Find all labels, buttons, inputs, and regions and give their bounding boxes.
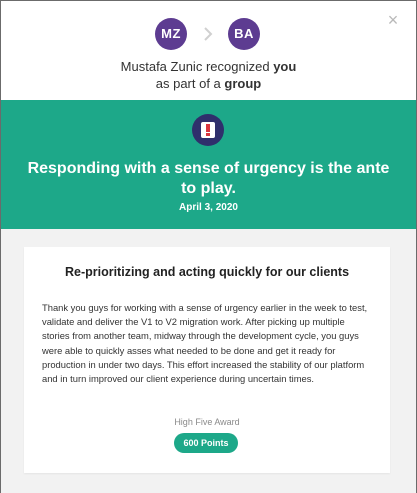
sender-avatar[interactable]: MZ [155,18,187,50]
sender-name[interactable]: Mustafa Zunic [121,59,203,74]
alert-badge-icon [192,114,224,146]
recipient-avatar[interactable]: BA [228,18,260,50]
recognized-text: recognized [205,59,270,74]
recipient-text: you [273,59,297,74]
chevron-right-icon [204,27,213,41]
value-banner: Responding with a sense of urgency is th… [1,100,416,229]
recognition-card: Re-prioritizing and acting quickly for o… [24,247,390,473]
value-headline: Responding with a sense of urgency is th… [27,160,390,197]
group-prefix: as part of a [155,76,221,91]
group-text: group [224,76,262,91]
points-badge: 600 Points [174,433,238,453]
recognition-summary: Mustafa Zunic recognized you as part of … [1,58,416,92]
card-message: Thank you guys for working with a sense … [42,302,368,385]
avatar-row: MZ BA [1,18,416,50]
recognition-date: April 3, 2020 [179,202,238,213]
recognition-modal: × MZ BA Mustafa Zunic recognized you as … [1,1,416,493]
card-title: Re-prioritizing and acting quickly for o… [64,265,350,279]
award-label: High Five Award [174,417,240,427]
